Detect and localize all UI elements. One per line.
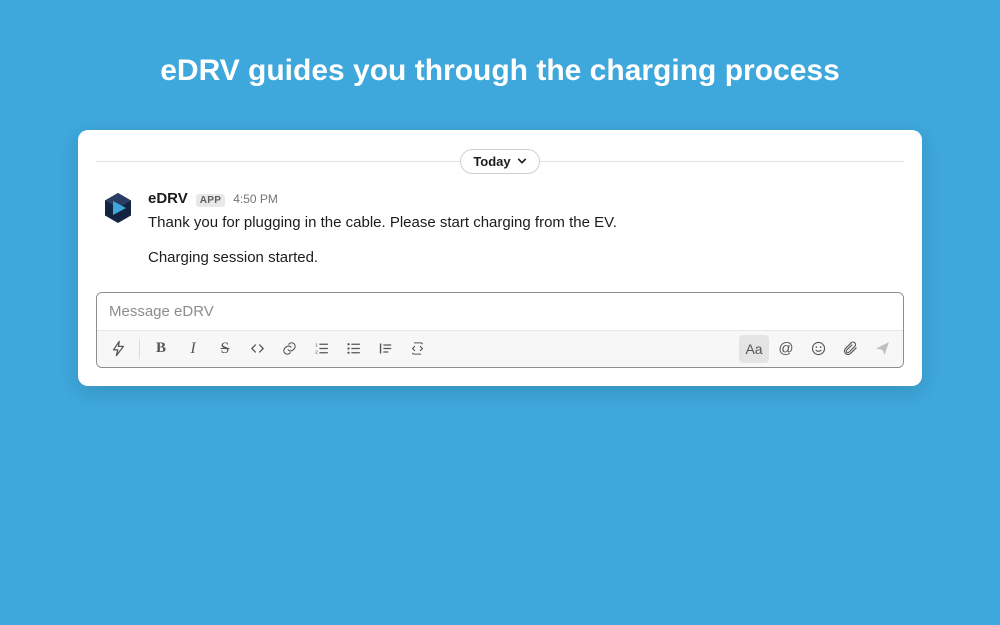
code-block-icon (409, 340, 426, 357)
shortcuts-button[interactable] (103, 335, 133, 363)
app-badge: APP (196, 194, 225, 207)
italic-button[interactable]: I (178, 335, 208, 363)
strike-button[interactable]: S (210, 335, 240, 363)
attach-button[interactable] (835, 335, 865, 363)
message-body: eDRV APP 4:50 PM Thank you for plugging … (148, 190, 900, 270)
bold-button[interactable]: B (146, 335, 176, 363)
blockquote-icon (377, 340, 394, 357)
date-divider-label: Today (473, 154, 510, 169)
code-block-button[interactable] (402, 335, 432, 363)
ordered-list-button[interactable]: 1 2 (306, 335, 336, 363)
svg-text:2: 2 (315, 349, 318, 355)
message-input[interactable] (97, 293, 903, 330)
svg-text:1: 1 (315, 342, 318, 348)
link-icon (281, 340, 298, 357)
message-header: eDRV APP 4:50 PM (148, 190, 900, 207)
bullet-list-button[interactable] (338, 335, 368, 363)
date-divider-button[interactable]: Today (460, 149, 539, 174)
message-time: 4:50 PM (233, 192, 278, 206)
ordered-list-icon: 1 2 (313, 340, 330, 357)
sender-name: eDRV (148, 190, 188, 207)
message-composer: B I S 1 2 (96, 292, 904, 368)
blockquote-button[interactable] (370, 335, 400, 363)
stage: eDRV guides you through the charging pro… (0, 0, 1000, 625)
toolbar-separator (139, 339, 140, 359)
message-line-1: Thank you for plugging in the cable. Ple… (148, 211, 900, 234)
send-icon (874, 340, 891, 357)
date-divider-row: Today (96, 146, 904, 176)
aa-icon: Aa (745, 341, 762, 357)
chat-card: Today eDRV APP 4:50 PM Th (78, 130, 922, 386)
bullet-list-icon (345, 340, 362, 357)
emoji-icon (810, 340, 827, 357)
mention-button[interactable]: @ (771, 335, 801, 363)
code-icon (249, 340, 266, 357)
bold-icon: B (156, 340, 166, 357)
code-button[interactable] (242, 335, 272, 363)
mention-icon: @ (778, 340, 793, 357)
emoji-button[interactable] (803, 335, 833, 363)
message-row: eDRV APP 4:50 PM Thank you for plugging … (96, 176, 904, 274)
formatting-toggle-button[interactable]: Aa (739, 335, 769, 363)
send-button[interactable] (867, 335, 897, 363)
composer-toolbar: B I S 1 2 (97, 330, 903, 367)
paperclip-icon (842, 340, 859, 357)
strikethrough-icon: S (221, 340, 230, 358)
italic-icon: I (190, 340, 195, 358)
page-headline: eDRV guides you through the charging pro… (0, 54, 1000, 88)
chevron-down-icon (517, 156, 527, 166)
avatar (100, 190, 136, 226)
lightning-icon (110, 340, 127, 357)
message-line-2: Charging session started. (148, 246, 900, 269)
link-button[interactable] (274, 335, 304, 363)
